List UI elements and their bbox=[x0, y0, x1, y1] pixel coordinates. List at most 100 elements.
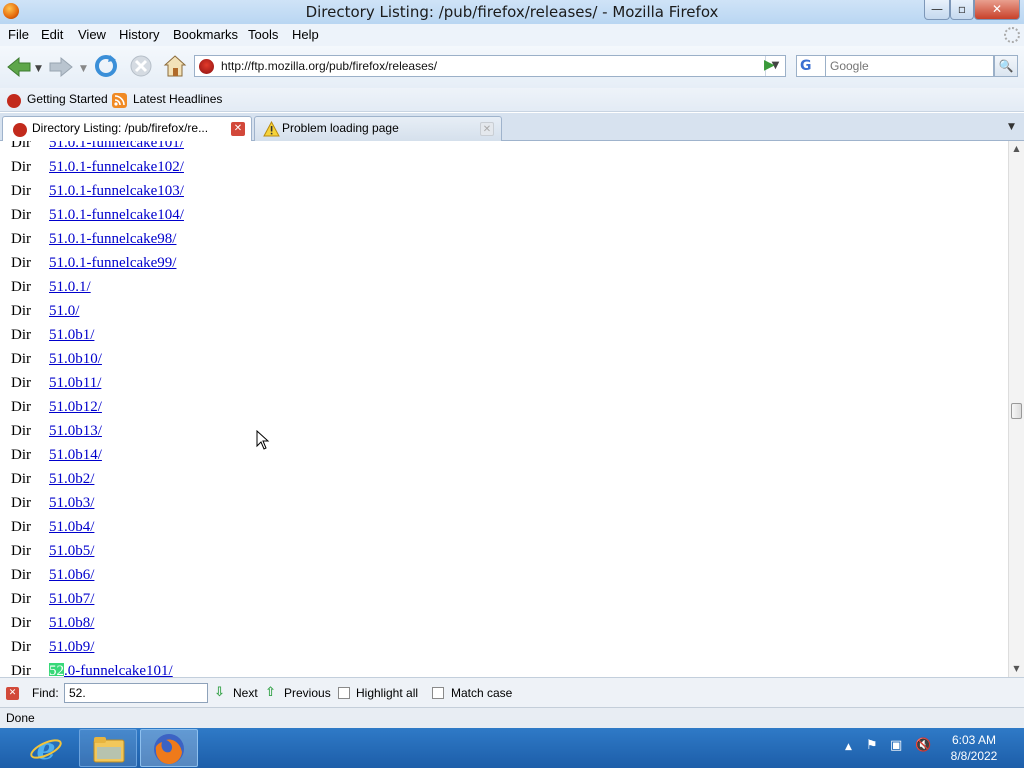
reload-icon[interactable] bbox=[94, 54, 118, 78]
clock-time: 6:03 AM bbox=[951, 733, 997, 747]
directory-link[interactable]: 51.0b12/ bbox=[49, 399, 102, 416]
entry-type: Dir bbox=[11, 231, 31, 247]
forward-icon[interactable] bbox=[48, 56, 74, 78]
listing-row: Dir 51.0b7/ bbox=[0, 588, 600, 612]
directory-link[interactable]: 51.0.1/ bbox=[49, 279, 91, 296]
directory-link[interactable]: 51.0b5/ bbox=[49, 543, 94, 560]
menu-tools[interactable]: Tools bbox=[248, 27, 278, 42]
find-next-arrow-icon[interactable]: ⇩ bbox=[214, 685, 225, 700]
highlight-all-checkbox[interactable] bbox=[338, 687, 350, 699]
close-button[interactable]: ✕ bbox=[974, 0, 1020, 20]
entry-type: Dir bbox=[11, 351, 31, 367]
menu-view[interactable]: View bbox=[78, 27, 106, 42]
find-previous-button[interactable]: Previous bbox=[284, 686, 331, 700]
vertical-scrollbar[interactable]: ▲ ▼ bbox=[1008, 141, 1024, 677]
directory-link[interactable]: 51.0.1-funnelcake102/ bbox=[49, 159, 184, 176]
directory-link[interactable]: 51.0.1-funnelcake104/ bbox=[49, 207, 184, 224]
home-icon[interactable] bbox=[163, 54, 187, 78]
bookmark-latest-headlines[interactable]: Latest Headlines bbox=[133, 92, 222, 106]
listing-row: Dir 51.0b9/ bbox=[0, 636, 600, 660]
directory-link[interactable]: 51.0b6/ bbox=[49, 567, 94, 584]
directory-link[interactable]: 51.0.1-funnelcake103/ bbox=[49, 183, 184, 200]
go-button-icon[interactable]: ▶ bbox=[764, 57, 775, 73]
directory-link[interactable]: 51.0.1-funnelcake99/ bbox=[49, 255, 176, 272]
match-case-checkbox[interactable] bbox=[432, 687, 444, 699]
directory-link[interactable]: 51.0/ bbox=[49, 303, 79, 320]
directory-link[interactable]: 51.0b2/ bbox=[49, 471, 94, 488]
url-text[interactable]: http://ftp.mozilla.org/pub/firefox/relea… bbox=[221, 59, 437, 73]
find-input[interactable] bbox=[64, 683, 208, 703]
listing-row: Dir 51.0.1-funnelcake99/ bbox=[0, 252, 600, 276]
search-input[interactable] bbox=[826, 55, 994, 77]
directory-link[interactable]: 51.0b10/ bbox=[49, 351, 102, 368]
directory-link[interactable]: 51.0b8/ bbox=[49, 615, 94, 632]
back-icon[interactable] bbox=[6, 56, 32, 78]
tab-close-icon[interactable]: ✕ bbox=[480, 122, 494, 136]
stop-icon[interactable] bbox=[129, 54, 153, 78]
directory-link[interactable]: 52.0-funnelcake101/ bbox=[49, 663, 173, 677]
listing-row: Dir 51.0b4/ bbox=[0, 516, 600, 540]
tab-list-dropdown-icon[interactable]: ▼ bbox=[1008, 122, 1015, 132]
listing-row: Dir 51.0b5/ bbox=[0, 540, 600, 564]
entry-type: Dir bbox=[11, 303, 31, 319]
find-next-button[interactable]: Next bbox=[233, 686, 258, 700]
listing-row: Dir 51.0.1-funnelcake103/ bbox=[0, 180, 600, 204]
file-explorer-taskbar-button[interactable] bbox=[79, 729, 137, 767]
maximize-button[interactable]: ▫ bbox=[950, 0, 974, 20]
listing-row: Dir 51.0.1-funnelcake98/ bbox=[0, 228, 600, 252]
menu-file[interactable]: File bbox=[8, 27, 29, 42]
menu-help[interactable]: Help bbox=[292, 27, 319, 42]
directory-link[interactable]: 51.0b1/ bbox=[49, 327, 94, 344]
match-case-label[interactable]: Match case bbox=[451, 686, 512, 700]
scroll-thumb[interactable] bbox=[1011, 403, 1022, 419]
menu-history[interactable]: History bbox=[119, 27, 159, 42]
directory-link[interactable]: 51.0b11/ bbox=[49, 375, 101, 392]
entry-type: Dir bbox=[11, 543, 31, 559]
url-bar[interactable]: http://ftp.mozilla.org/pub/firefox/relea… bbox=[194, 55, 786, 77]
throbber-icon bbox=[1004, 27, 1020, 43]
scroll-up-icon[interactable]: ▲ bbox=[1009, 141, 1024, 157]
tab-close-icon[interactable]: ✕ bbox=[231, 122, 245, 136]
firefox-taskbar-button[interactable] bbox=[140, 729, 198, 767]
directory-link[interactable]: 51.0b4/ bbox=[49, 519, 94, 536]
volume-muted-icon[interactable]: 🔇 bbox=[915, 738, 931, 753]
find-match-highlight: 52 bbox=[49, 663, 64, 677]
action-center-flag-icon[interactable]: ⚑ bbox=[866, 738, 878, 753]
menu-edit[interactable]: Edit bbox=[41, 27, 63, 42]
bookmarks-toolbar: Getting Started Latest Headlines bbox=[0, 88, 1024, 112]
highlight-all-label[interactable]: Highlight all bbox=[356, 686, 418, 700]
find-previous-arrow-icon[interactable]: ⇧ bbox=[265, 685, 276, 700]
minimize-button[interactable]: — bbox=[924, 0, 950, 20]
forward-history-dropdown-icon[interactable]: ▼ bbox=[80, 59, 87, 79]
entry-type: Dir bbox=[11, 423, 31, 439]
network-icon[interactable]: ▣ bbox=[890, 738, 902, 753]
entry-type: Dir bbox=[11, 327, 31, 343]
rss-feed-icon bbox=[112, 93, 127, 108]
scroll-down-icon[interactable]: ▼ bbox=[1009, 661, 1024, 677]
directory-link[interactable]: 51.0b14/ bbox=[49, 447, 102, 464]
system-clock[interactable]: 6:03 AM 8/8/2022 bbox=[944, 732, 1004, 764]
entry-type: Dir bbox=[11, 399, 31, 415]
directory-link[interactable]: 51.0.1-funnelcake98/ bbox=[49, 231, 176, 248]
directory-link[interactable]: 51.0b9/ bbox=[49, 639, 94, 656]
directory-link[interactable]: 51.0b7/ bbox=[49, 591, 94, 608]
tab-directory-listing[interactable]: Directory Listing: /pub/firefox/re... ✕ bbox=[2, 116, 252, 141]
search-engine-selector[interactable]: G bbox=[796, 55, 826, 77]
find-label: Find: bbox=[32, 686, 59, 700]
find-close-icon[interactable]: ✕ bbox=[6, 687, 19, 700]
entry-type: Dir bbox=[11, 615, 31, 631]
directory-link[interactable]: 51.0b13/ bbox=[49, 423, 102, 440]
listing-row: Dir 51.0b11/ bbox=[0, 372, 600, 396]
menu-bookmarks[interactable]: Bookmarks bbox=[173, 27, 238, 42]
entry-type: Dir bbox=[11, 279, 31, 295]
directory-link[interactable]: 51.0b3/ bbox=[49, 495, 94, 512]
directory-link[interactable]: 51.0.1-funnelcake101/ bbox=[49, 141, 184, 152]
show-hidden-icons-icon[interactable]: ▲ bbox=[845, 742, 852, 752]
search-magnifier-icon[interactable]: 🔍 bbox=[994, 55, 1018, 77]
bookmark-getting-started[interactable]: Getting Started bbox=[27, 92, 108, 106]
back-history-dropdown-icon[interactable]: ▼ bbox=[35, 59, 42, 79]
internet-explorer-taskbar-button[interactable]: e bbox=[17, 729, 75, 767]
tab-problem-loading[interactable]: Problem loading page ✕ bbox=[254, 116, 502, 141]
entry-type: Dir bbox=[11, 567, 31, 583]
listing-row: Dir 51.0b12/ bbox=[0, 396, 600, 420]
